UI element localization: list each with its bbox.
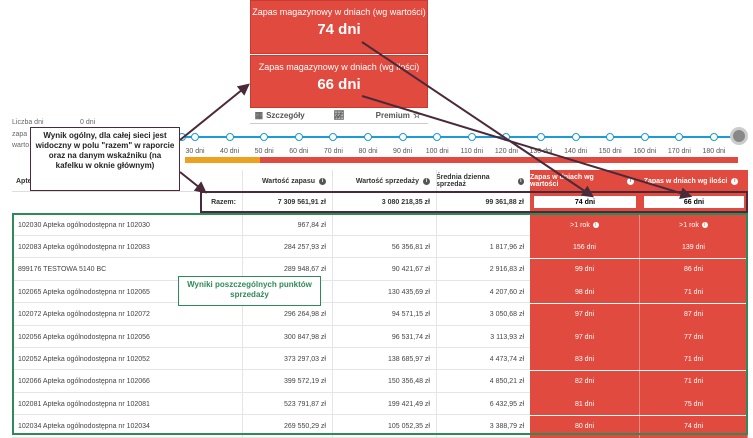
slider-step-dot[interactable] <box>467 133 476 141</box>
slider-tick-label: 150 dni <box>598 148 622 155</box>
slider-tick-label: 70 dni <box>323 148 343 155</box>
kpi-tile-days-by-value[interactable]: Zapas magazynowy w dniach (wg wartości) … <box>250 0 428 54</box>
header-avg-daily[interactable]: Średnia dzienna sprzedaż i <box>436 170 530 192</box>
slider-step-dot[interactable] <box>329 133 338 141</box>
slider-step-dot[interactable] <box>502 133 511 141</box>
slider-tick-label: 80 dni <box>358 148 378 155</box>
slider-step-dot[interactable] <box>537 133 545 141</box>
slider-tick-label: 50 dni <box>254 148 274 155</box>
kpi-tile-days-by-quantity[interactable]: Zapas magazynowy w dniach (wg ilości) 66… <box>250 55 428 108</box>
info-icon: i <box>627 177 634 185</box>
info-icon: i <box>319 177 326 185</box>
slider-label-warto: warto <box>12 142 30 149</box>
kpi-label: Zapas magazynowy w dniach (wg ilości) <box>258 62 420 72</box>
chart-line-icon: 📈︎ <box>333 110 345 120</box>
info-icon: i <box>731 177 739 185</box>
note-rows-explanation: Wyniki poszczególnych punktów sprzedaży <box>178 276 321 306</box>
tab-label: Premium <box>375 111 410 120</box>
slider-step-dot[interactable] <box>225 133 234 141</box>
slider-step-dot[interactable] <box>364 133 372 141</box>
slider-tick-label: 110 dni <box>460 148 484 155</box>
info-icon: i <box>423 177 430 185</box>
kpi-value: 74 dni <box>317 21 361 38</box>
tab-premium[interactable]: Premium ☆ <box>369 108 428 123</box>
slider-tick-label: 140 dni <box>564 148 588 155</box>
kpi-value: 66 dni <box>317 76 361 93</box>
tile-tabs: ▦ Szczegóły 📈︎ Premium ☆ <box>250 108 428 124</box>
slider-tick-label: 60 dni <box>289 148 309 155</box>
slider-step-dot[interactable] <box>606 133 615 141</box>
rows-highlight-frame <box>12 213 748 435</box>
header-days-by-value[interactable]: Zapas w dniach wg wartości i <box>530 170 640 192</box>
slider-tick-label: 90 dni <box>393 148 413 155</box>
slider-handle[interactable] <box>730 127 748 145</box>
slider-label-zapa: zapa <box>12 131 28 138</box>
slider-step-dot[interactable] <box>398 133 407 141</box>
slider-tick-label: 100 dni <box>425 148 449 155</box>
slider-tick-label: 160 dni <box>633 148 657 155</box>
slider-zero-label: 0 dni <box>80 119 96 126</box>
slider-tick-label: 130 dni <box>529 148 553 155</box>
slider-tick-label: 120 dni <box>494 148 518 155</box>
header-sales-value[interactable]: Wartość sprzedaży i <box>332 170 436 192</box>
slider-step-dot[interactable] <box>571 133 580 141</box>
header-stock-value[interactable]: Wartość zapasu i <box>242 170 332 192</box>
info-icon: i <box>517 177 524 185</box>
header-days-by-quantity[interactable]: Zapas w dniach wg ilości i <box>640 170 748 192</box>
slider-label-days: Liczba dni <box>12 119 44 126</box>
total-highlight-frame <box>200 191 748 213</box>
colorbar-orange <box>185 157 260 163</box>
note-total-explanation: Wynik ogólny, dla całej sieci jest widoc… <box>30 127 180 191</box>
slider-tick-label: 30 dni <box>185 148 205 155</box>
star-icon: ☆ <box>412 110 421 120</box>
slider-step-dot[interactable] <box>433 133 442 141</box>
slider-step-dot[interactable] <box>191 133 199 141</box>
tab-chart[interactable]: 📈︎ <box>309 108 368 123</box>
slider-step-dot[interactable] <box>675 133 684 141</box>
tab-details[interactable]: ▦ Szczegóły <box>250 108 309 123</box>
slider-tick-label: 180 dni <box>702 148 726 155</box>
slider-step-dot[interactable] <box>640 133 649 141</box>
slider-step-dot[interactable] <box>260 133 269 141</box>
slider-tick-label: 170 dni <box>667 148 691 155</box>
slider-tick-label: 40 dni <box>220 148 240 155</box>
colorbar-red <box>260 157 738 163</box>
tab-label: Szczegóły <box>266 111 305 120</box>
slider-step-dot[interactable] <box>710 133 718 141</box>
kpi-label: Zapas magazynowy w dniach (wg wartości) <box>252 7 426 17</box>
table-icon: ▦ <box>254 110 264 120</box>
slider-step-dot[interactable] <box>294 133 303 141</box>
